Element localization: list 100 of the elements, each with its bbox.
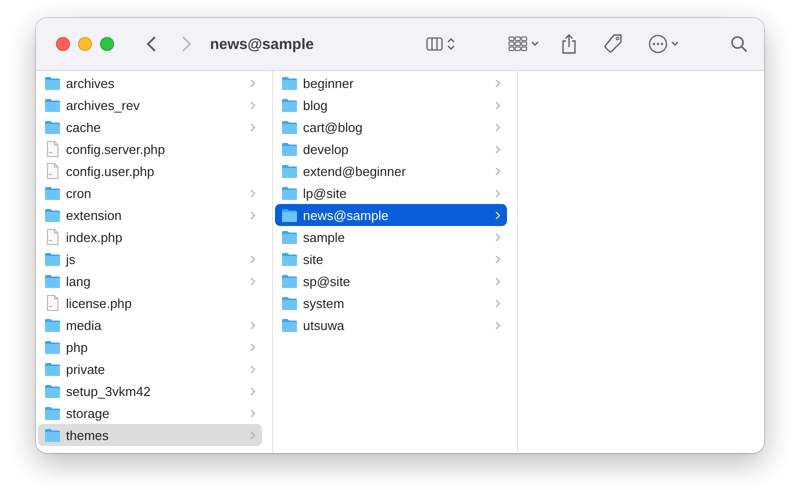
chevron-icon bbox=[250, 386, 256, 396]
chevron-icon bbox=[250, 100, 256, 110]
window-title: news@sample bbox=[210, 36, 314, 52]
file-list-item[interactable]: cron bbox=[38, 182, 262, 204]
file-list-item[interactable]: cart@blog bbox=[275, 116, 507, 138]
file-name: js bbox=[66, 252, 76, 266]
file-list-item[interactable]: js bbox=[38, 248, 262, 270]
chevron-icon bbox=[495, 122, 501, 132]
file-list-item[interactable]: storage bbox=[38, 402, 262, 424]
file-name: sp@site bbox=[303, 274, 352, 288]
chevron-icon bbox=[495, 188, 501, 198]
chevron-icon bbox=[250, 188, 256, 198]
file-list-item[interactable]: extend@beginner bbox=[275, 160, 507, 182]
caret-icon bbox=[530, 40, 540, 48]
folder-icon bbox=[281, 120, 298, 134]
file-name: utsuwa bbox=[303, 318, 346, 332]
folder-icon bbox=[281, 230, 298, 244]
file-name: license.php bbox=[66, 296, 133, 310]
chevron-icon bbox=[495, 298, 501, 308]
file-name: cron bbox=[66, 186, 92, 200]
chevron-icon bbox=[495, 210, 501, 220]
file-name: php bbox=[66, 340, 89, 354]
file-list-item[interactable]: system bbox=[275, 292, 507, 314]
chevron-icon bbox=[495, 78, 501, 88]
file-list-item[interactable]: lp@site bbox=[275, 182, 507, 204]
folder-icon bbox=[281, 186, 298, 200]
folder-icon bbox=[281, 296, 298, 310]
document-icon bbox=[44, 163, 61, 179]
chevron-icon bbox=[250, 122, 256, 132]
folder-icon bbox=[281, 164, 298, 178]
file-name: cart@blog bbox=[303, 120, 364, 134]
folder-icon bbox=[281, 274, 298, 288]
file-list-item[interactable]: extension bbox=[38, 204, 262, 226]
folder-icon bbox=[44, 318, 61, 332]
file-list-item[interactable]: develop bbox=[275, 138, 507, 160]
up-down-icon bbox=[446, 36, 456, 52]
folder-icon bbox=[281, 208, 298, 222]
folder-icon bbox=[44, 208, 61, 222]
chevron-icon bbox=[250, 254, 256, 264]
caret-icon bbox=[670, 40, 680, 48]
file-name: storage bbox=[66, 406, 110, 420]
folder-icon bbox=[44, 120, 61, 134]
columns-icon bbox=[426, 37, 444, 51]
grid-icon bbox=[508, 36, 528, 52]
file-list-item[interactable]: sample bbox=[275, 226, 507, 248]
document-icon bbox=[44, 141, 61, 157]
file-list-item[interactable]: private bbox=[38, 358, 262, 380]
ellipsis-icon bbox=[648, 34, 668, 54]
folder-icon bbox=[44, 406, 61, 420]
file-name: archives bbox=[66, 76, 116, 90]
file-name: config.server.php bbox=[66, 142, 166, 156]
chevron-icon bbox=[495, 232, 501, 242]
file-list-item[interactable]: license.php bbox=[38, 292, 262, 314]
document-icon bbox=[44, 229, 61, 245]
file-list-item[interactable]: config.user.php bbox=[38, 160, 262, 182]
chevron-icon bbox=[250, 320, 256, 330]
file-name: index.php bbox=[66, 230, 124, 244]
file-list-item[interactable]: utsuwa bbox=[275, 314, 507, 336]
folder-icon bbox=[44, 252, 61, 266]
file-name: config.user.php bbox=[66, 164, 156, 178]
file-list-item[interactable]: lang bbox=[38, 270, 262, 292]
file-name: news@sample bbox=[303, 208, 390, 222]
file-list-item[interactable]: archives_rev bbox=[38, 94, 262, 116]
file-list-item[interactable]: archives bbox=[38, 72, 262, 94]
file-list-item[interactable]: sp@site bbox=[275, 270, 507, 292]
folder-icon bbox=[44, 76, 61, 90]
chevron-icon bbox=[250, 408, 256, 418]
chevron-icon bbox=[250, 430, 256, 440]
chevron-icon bbox=[495, 254, 501, 264]
zoom-button[interactable] bbox=[100, 37, 114, 51]
chevron-icon bbox=[495, 100, 501, 110]
folder-icon bbox=[44, 186, 61, 200]
file-name: develop bbox=[303, 142, 350, 156]
file-name: extend@beginner bbox=[303, 164, 407, 178]
file-name: setup_3vkm42 bbox=[66, 384, 152, 398]
folder-icon bbox=[44, 362, 61, 376]
search-button[interactable] bbox=[728, 33, 750, 55]
folder-icon bbox=[281, 252, 298, 266]
folder-icon bbox=[281, 76, 298, 90]
chevron-icon bbox=[495, 320, 501, 330]
file-list-item[interactable]: beginner bbox=[275, 72, 507, 94]
file-name: archives_rev bbox=[66, 98, 141, 112]
document-icon bbox=[44, 295, 61, 311]
file-list-item[interactable]: media bbox=[38, 314, 262, 336]
file-list-item[interactable]: themes bbox=[38, 424, 262, 446]
file-list-item[interactable]: index.php bbox=[38, 226, 262, 248]
file-name: media bbox=[66, 318, 102, 332]
file-list-item[interactable]: cache bbox=[38, 116, 262, 138]
file-list-item[interactable]: blog bbox=[275, 94, 507, 116]
file-list-item[interactable]: config.server.php bbox=[38, 138, 262, 160]
file-name: blog bbox=[303, 98, 329, 112]
folder-icon bbox=[281, 98, 298, 112]
folder-icon bbox=[44, 274, 61, 288]
file-list-item[interactable]: site bbox=[275, 248, 507, 270]
file-list-item[interactable]: php bbox=[38, 336, 262, 358]
folder-icon bbox=[44, 340, 61, 354]
close-button[interactable] bbox=[56, 37, 70, 51]
folder-icon bbox=[281, 142, 298, 156]
file-list-item[interactable]: setup_3vkm42 bbox=[38, 380, 262, 402]
file-list-item[interactable]: news@sample bbox=[275, 204, 507, 226]
